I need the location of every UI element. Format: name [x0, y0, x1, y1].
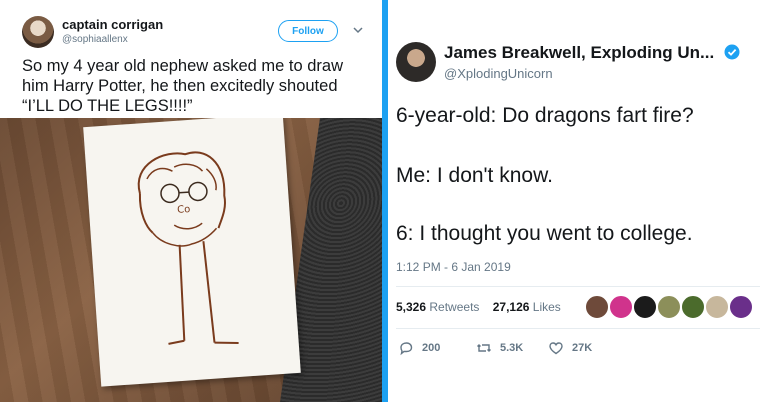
- author-handle[interactable]: @sophiaallenx: [62, 34, 128, 45]
- divider: [396, 328, 760, 329]
- avatar[interactable]: [22, 16, 54, 48]
- drawing-paper: Co: [83, 118, 301, 387]
- engagement-stats: 5,326 Retweets 27,126 Likes: [396, 300, 561, 314]
- liker-avatar[interactable]: [681, 295, 705, 319]
- right-tweet: James Breakwell, Exploding Un... @Xplodi…: [388, 0, 768, 402]
- reply-count: 200: [422, 342, 441, 354]
- liker-avatar[interactable]: [705, 295, 729, 319]
- like-button[interactable]: 27K: [548, 340, 592, 356]
- likes-count[interactable]: 27,126: [493, 300, 530, 314]
- tweet-timestamp[interactable]: 1:12 PM - 6 Jan 2019: [396, 260, 511, 274]
- author-name[interactable]: James Breakwell, Exploding Un...: [444, 43, 714, 63]
- retweet-action-count: 5.3K: [500, 342, 524, 354]
- avatar[interactable]: [396, 42, 436, 82]
- heart-icon: [549, 342, 563, 355]
- liker-avatar[interactable]: [729, 295, 753, 319]
- chevron-down-icon[interactable]: [352, 24, 364, 36]
- tweet-line-3: 6: I thought you went to college.: [396, 222, 693, 245]
- child-drawing: Co: [137, 151, 239, 345]
- retweet-icon: [477, 344, 491, 352]
- liker-avatar[interactable]: [585, 295, 609, 319]
- like-action-count: 27K: [572, 342, 593, 354]
- left-tweet: captain corrigan @sophiaallenx Follow So…: [0, 0, 382, 402]
- tweet-actions: 200 5.3K 27K: [396, 340, 760, 358]
- retweet-button[interactable]: 5.3K: [476, 340, 523, 356]
- reply-icon: [400, 342, 413, 356]
- reply-button[interactable]: 200: [398, 340, 440, 356]
- retweets-label[interactable]: Retweets: [429, 300, 479, 314]
- likes-label[interactable]: Likes: [533, 300, 561, 314]
- tweet-photo[interactable]: Co: [0, 118, 382, 402]
- author-handle[interactable]: @XplodingUnicorn: [444, 66, 553, 81]
- liker-avatar[interactable]: [633, 295, 657, 319]
- tweet-line-2: Me: I don't know.: [396, 164, 553, 187]
- author-name[interactable]: captain corrigan: [62, 17, 163, 32]
- retweets-count[interactable]: 5,326: [396, 300, 426, 314]
- drawing-nose-text: Co: [177, 204, 191, 216]
- follow-button[interactable]: Follow: [278, 20, 338, 42]
- divider: [396, 286, 760, 287]
- verified-badge-icon: [724, 44, 740, 60]
- tweet-text: So my 4 year old nephew asked me to draw…: [22, 57, 344, 115]
- liker-avatar[interactable]: [657, 295, 681, 319]
- liker-avatar[interactable]: [609, 295, 633, 319]
- tweet-line-1: 6-year-old: Do dragons fart fire?: [396, 104, 694, 127]
